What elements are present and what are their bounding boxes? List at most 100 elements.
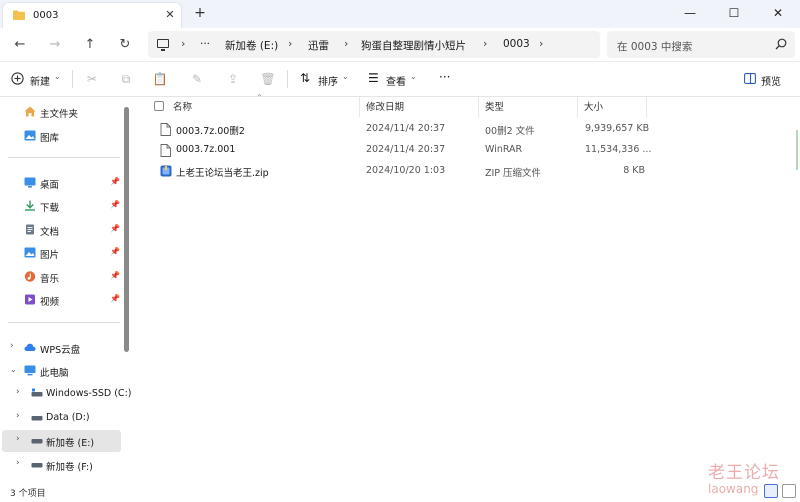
zip-icon <box>160 165 172 177</box>
copy-icon[interactable]: ⧉ <box>118 71 134 87</box>
file-icon <box>160 123 171 136</box>
breadcrumb-separator[interactable]: › <box>539 37 543 50</box>
column-header-modified[interactable]: 修改日期 <box>366 99 404 113</box>
chevron-right-icon[interactable]: › <box>16 387 20 397</box>
sidebar-item-home[interactable]: 主文件夹 <box>2 101 121 123</box>
select-all-checkbox[interactable] <box>154 101 164 111</box>
delete-icon[interactable]: 🗑 <box>260 71 276 87</box>
file-name[interactable]: 0003.7z.00删2 <box>176 123 245 137</box>
share-icon[interactable]: ⇪ <box>225 71 241 87</box>
sidebar-item-downloads[interactable]: 下载 📌 <box>2 195 121 217</box>
sort-button[interactable]: 排序 <box>318 73 338 88</box>
pin-icon[interactable]: 📌 <box>110 177 120 186</box>
search-icon <box>775 38 787 50</box>
table-row[interactable]: 上老王论坛当老王.zip 2024/10/20 1:03 ZIP 压缩文件 8 … <box>132 161 800 182</box>
view-button[interactable]: 查看 <box>386 73 406 88</box>
sidebar-item-label: 音乐 <box>40 274 60 285</box>
column-divider[interactable] <box>577 97 578 117</box>
chevron-down-icon: ⌄ <box>410 72 417 81</box>
sidebar-item-wps-cloud[interactable]: › WPS云盘 <box>2 337 121 359</box>
sort-ascending-icon: ⌃ <box>256 93 263 102</box>
pin-icon[interactable]: 📌 <box>110 200 120 209</box>
close-tab-icon[interactable]: ✕ <box>163 8 177 22</box>
forward-button[interactable]: → <box>45 35 65 55</box>
sidebar-item-label: 文档 <box>40 227 60 238</box>
file-name[interactable]: 上老王论坛当老王.zip <box>176 165 269 179</box>
column-header-type[interactable]: 类型 <box>485 99 504 113</box>
download-icon <box>25 200 35 211</box>
refresh-button[interactable]: ↻ <box>115 35 135 55</box>
column-header-name[interactable]: 名称 <box>173 99 192 113</box>
file-name[interactable]: 0003.7z.001 <box>176 144 235 155</box>
sidebar-item-gallery[interactable]: 图库 <box>2 125 121 147</box>
table-row[interactable]: 0003.7z.00删2 2024/11/4 20:37 00删2 文件 9,9… <box>132 119 800 140</box>
drive-icon <box>31 439 43 444</box>
tiles-view-button[interactable] <box>782 484 796 498</box>
column-divider[interactable] <box>478 97 479 117</box>
column-divider[interactable] <box>359 97 360 117</box>
breadcrumb-separator[interactable]: › <box>344 37 348 50</box>
new-button[interactable]: 新建 <box>30 73 50 88</box>
sidebar-item-documents[interactable]: 文档 📌 <box>2 219 121 241</box>
new-tab-button[interactable]: + <box>192 5 208 21</box>
sidebar-item-music[interactable]: 音乐 📌 <box>2 266 121 288</box>
sidebar-item-label: 主文件夹 <box>40 109 79 120</box>
pin-icon[interactable]: 📌 <box>110 271 120 280</box>
minimize-button[interactable]: — <box>668 0 712 28</box>
maximize-button[interactable]: ☐ <box>712 0 756 28</box>
preview-button[interactable]: 预览 <box>761 73 781 88</box>
breadcrumb-folder[interactable]: 狗蛋自整理剧情小短片 <box>361 38 466 53</box>
status-bar: 3 个项目 <box>0 482 800 502</box>
chevron-right-icon[interactable]: › <box>10 341 14 351</box>
column-header-row: ⌃ 名称 修改日期 类型 大小 <box>132 93 800 117</box>
tab-0003[interactable]: 0003 ✕ <box>2 2 182 28</box>
file-modified: 2024/11/4 20:37 <box>366 123 446 134</box>
sidebar-item-drive-d[interactable]: › Data (D:) <box>2 407 121 429</box>
tab-title: 0003 <box>33 10 59 21</box>
table-row[interactable]: 0003.7z.001 2024/11/4 20:37 WinRAR 11,53… <box>132 140 800 161</box>
up-button[interactable]: ↑ <box>80 35 100 55</box>
column-header-size[interactable]: 大小 <box>584 99 603 113</box>
search-placeholder: 在 0003 中搜索 <box>617 41 693 53</box>
search-input[interactable]: 在 0003 中搜索 <box>607 31 795 58</box>
more-options-button[interactable]: ··· <box>439 70 450 84</box>
file-list: ⌃ 名称 修改日期 类型 大小 0003.7z.00删2 2024/11/4 2… <box>132 93 800 482</box>
sidebar-item-drive-c[interactable]: › Windows-SSD (C:) <box>2 383 131 405</box>
pin-icon[interactable]: 📌 <box>110 224 120 233</box>
pin-icon[interactable]: 📌 <box>110 294 120 303</box>
sidebar-item-videos[interactable]: 视频 📌 <box>2 289 121 311</box>
breadcrumb-current[interactable]: 0003 <box>503 38 530 50</box>
breadcrumb-drive-e[interactable]: 新加卷 (E:) <box>225 38 278 53</box>
view-icon: ☰ <box>368 71 379 85</box>
sidebar-item-pictures[interactable]: 图片 📌 <box>2 242 121 264</box>
chevron-right-icon[interactable]: › <box>16 458 20 468</box>
sidebar-scrollbar[interactable] <box>124 107 129 352</box>
sidebar-item-desktop[interactable]: 桌面 📌 <box>2 172 121 194</box>
chevron-down-icon[interactable]: ⌄ <box>10 365 17 374</box>
cut-icon[interactable]: ✂ <box>84 71 100 87</box>
column-divider[interactable] <box>646 97 647 117</box>
chevron-right-icon[interactable]: › <box>16 411 20 421</box>
item-count: 3 个项目 <box>10 489 46 499</box>
breadcrumb-more[interactable]: ··· <box>200 38 210 50</box>
chevron-right-icon[interactable]: › <box>16 434 20 444</box>
sidebar-item-drive-e[interactable]: › 新加卷 (E:) <box>2 430 121 452</box>
address-bar[interactable]: › ··· 新加卷 (E:) › 迅雷 › 狗蛋自整理剧情小短片 › 0003 … <box>148 31 600 58</box>
preview-pane-icon <box>744 73 756 84</box>
back-button[interactable]: ← <box>10 35 30 55</box>
rename-icon[interactable]: ✎ <box>189 71 205 87</box>
details-view-button[interactable] <box>764 484 778 498</box>
breadcrumb-separator[interactable]: › <box>288 37 292 50</box>
sidebar-item-drive-f[interactable]: › 新加卷 (F:) <box>2 454 121 476</box>
paste-icon[interactable]: 📋 <box>152 71 168 87</box>
pin-icon[interactable]: 📌 <box>110 247 120 256</box>
breadcrumb-separator[interactable]: › <box>483 37 487 50</box>
watermark-subtext: laowang <box>708 482 759 496</box>
document-icon <box>26 224 34 235</box>
breadcrumb-xunlei[interactable]: 迅雷 <box>308 38 329 53</box>
sidebar-item-label: Data (D:) <box>46 412 90 423</box>
file-type: WinRAR <box>485 144 523 155</box>
close-window-button[interactable]: ✕ <box>756 0 800 28</box>
sidebar-item-this-pc[interactable]: ⌄ 此电脑 <box>2 360 121 382</box>
chevron-down-icon: ⌄ <box>54 72 61 81</box>
